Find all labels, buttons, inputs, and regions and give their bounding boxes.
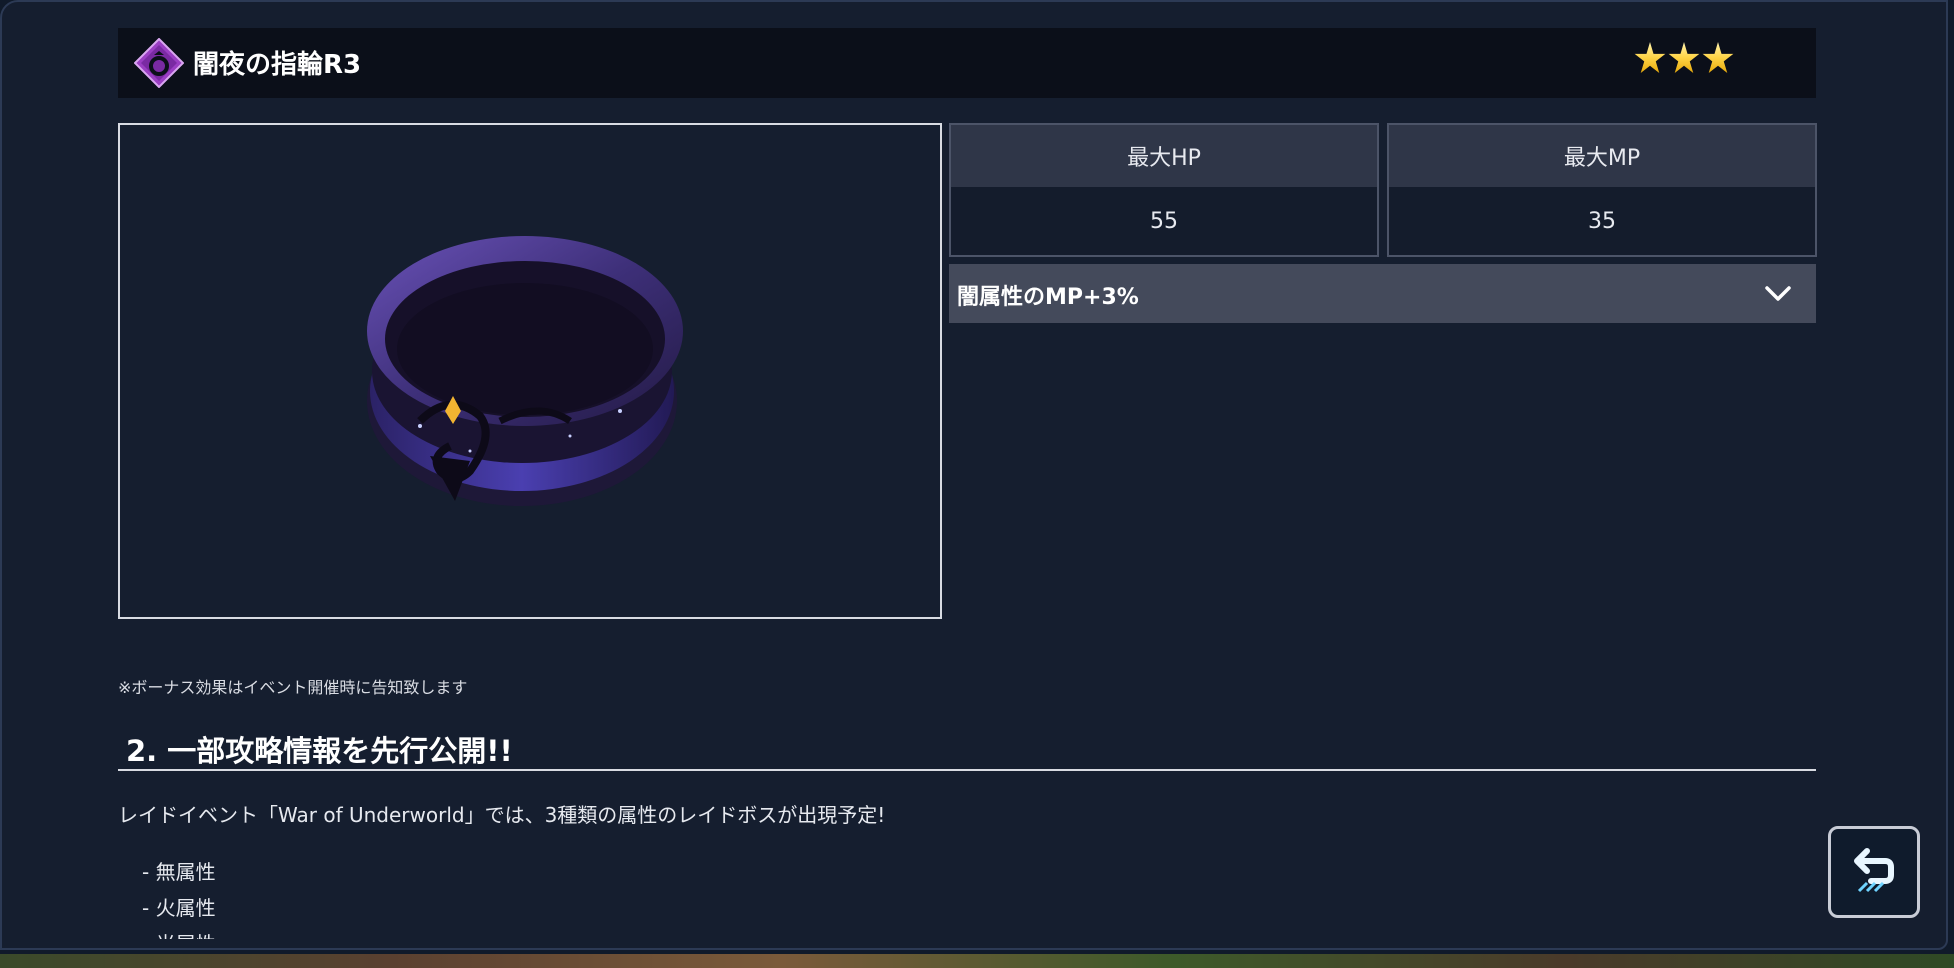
item-title-bar: 闇夜の指輪R3 xyxy=(118,28,1816,98)
attribute-list: - 無属性 - 火属性 - 光属性 xyxy=(142,857,216,939)
stat-max-mp: 最大MP 35 xyxy=(1387,123,1817,257)
list-item: - 無属性 xyxy=(142,860,216,884)
ring-image xyxy=(367,236,683,506)
star-icon xyxy=(1702,42,1734,73)
section-divider xyxy=(118,769,1816,771)
stat-label: 最大HP xyxy=(951,125,1377,187)
rarity-stars xyxy=(1634,42,1734,76)
back-arrow-icon xyxy=(1854,848,1894,893)
stat-max-hp: 最大HP 55 xyxy=(949,123,1379,257)
bonus-effect-dropdown[interactable]: 闇属性のMP+3% xyxy=(949,264,1816,323)
star-icon xyxy=(1634,42,1666,73)
bonus-effect-label: 闇属性のMP+3% xyxy=(957,285,1139,310)
item-detail-panel: 闇夜の指輪R3 最大HP 55 最大MP 35 闇属性のMP+3% ※ボーナス効… xyxy=(0,0,1948,950)
item-image-frame xyxy=(118,123,942,619)
chevron-down-icon[interactable] xyxy=(1762,280,1794,308)
star-icon xyxy=(1668,42,1700,73)
list-item: - 火属性 xyxy=(142,896,216,920)
item-title: 闇夜の指輪R3 xyxy=(193,50,362,80)
bonus-note: ※ボーナス効果はイベント開催時に告知致します xyxy=(118,678,468,697)
stat-value: 35 xyxy=(1588,208,1616,234)
list-item: - 光属性 xyxy=(142,929,216,939)
background-scene-strip xyxy=(0,954,1954,968)
ring-icon xyxy=(134,38,184,88)
stat-value: 55 xyxy=(1150,208,1178,234)
section-heading: 2. 一部攻略情報を先行公開!! xyxy=(126,734,513,768)
stat-label: 最大MP xyxy=(1389,125,1815,187)
back-button[interactable] xyxy=(1828,826,1920,918)
section-body-text: レイドイベント「War of Underworld」では、3種類の属性のレイドボ… xyxy=(118,803,886,827)
